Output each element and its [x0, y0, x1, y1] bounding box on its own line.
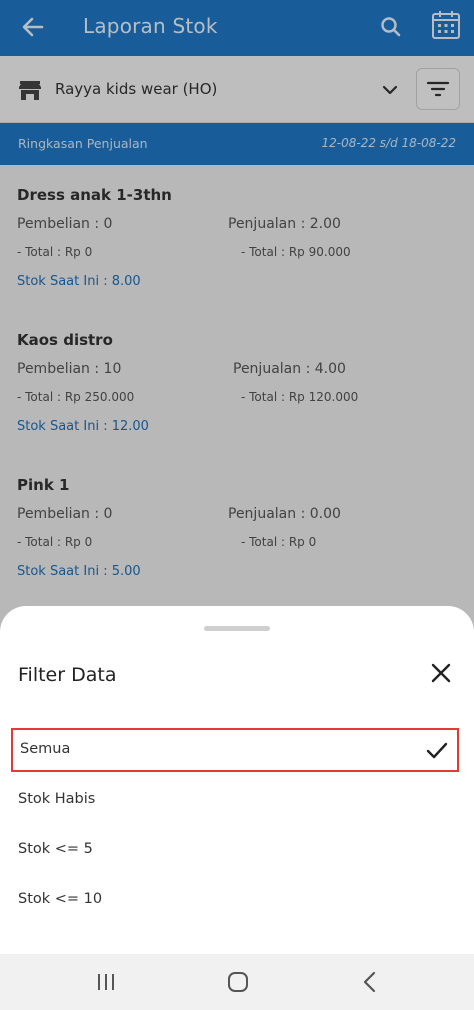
option-label: Stok <= 10	[18, 891, 103, 907]
close-icon[interactable]	[430, 662, 452, 684]
option-label: Semua	[20, 741, 71, 757]
filter-option-stok-5[interactable]: Stok <= 5	[0, 828, 474, 874]
recent-apps-icon[interactable]	[96, 973, 116, 991]
drag-handle[interactable]	[204, 626, 270, 631]
filter-bottom-sheet: Filter Data Semua Stok Habis Stok <= 5 S…	[0, 606, 474, 954]
filter-option-semua[interactable]: Semua	[11, 728, 459, 772]
checkmark-icon	[425, 739, 449, 763]
back-icon[interactable]	[362, 971, 378, 993]
option-label: Stok <= 5	[18, 841, 93, 857]
home-icon[interactable]	[227, 971, 249, 993]
option-label: Stok Habis	[18, 791, 96, 807]
filter-option-stok-habis[interactable]: Stok Habis	[0, 778, 474, 824]
system-nav-bar	[0, 954, 474, 1010]
filter-option-stok-10[interactable]: Stok <= 10	[0, 878, 474, 924]
sheet-title: Filter Data	[18, 664, 117, 686]
